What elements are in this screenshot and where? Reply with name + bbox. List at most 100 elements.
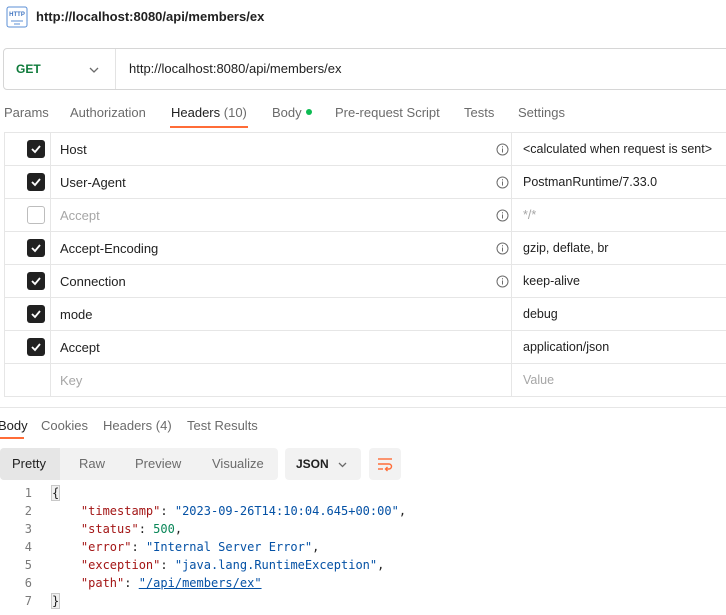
http-request-icon: HTTP [6,6,28,28]
header-checkbox[interactable] [27,305,45,323]
header-value-cell[interactable]: <calculated when request is sent> [511,133,726,165]
header-value-cell[interactable]: PostmanRuntime/7.33.0 [511,166,726,198]
new-header-key-input[interactable]: Key [50,364,511,396]
tab-body[interactable]: Body [272,105,312,120]
tab-tests[interactable]: Tests [464,105,494,120]
tab-headers[interactable]: Headers (10) [171,105,247,120]
json-value: "2023-09-26T14:10:04.645+00:00" [174,504,399,518]
response-tab-headers[interactable]: Headers (4) [103,418,172,433]
line-number: 2 [24,504,32,518]
active-tab-indicator [170,126,248,128]
header-value-cell[interactable]: */* [511,199,726,231]
header-checkbox[interactable] [27,239,45,257]
view-raw[interactable]: Raw [79,448,105,480]
response-divider [0,407,726,408]
line-number: 6 [24,576,32,590]
tab-params[interactable]: Params [4,105,49,120]
header-checkbox[interactable] [27,140,45,158]
tab-settings[interactable]: Settings [518,105,565,120]
header-key-cell[interactable]: User-Agent [50,166,511,198]
checkbox-cell [4,364,50,396]
header-key: mode [60,307,93,322]
tab-headers-count: (10) [223,105,247,120]
response-tab-headers-label: Headers [103,418,153,433]
header-value-cell[interactable]: gzip, deflate, br [511,232,726,264]
table-row: mode debug [4,298,726,331]
response-body-editor[interactable]: 1 { 2 "timestamp": "2023-09-26T14:10:04.… [0,484,726,610]
info-icon[interactable] [496,242,509,255]
headers-table: Host <calculated when request is sent> U… [4,132,726,397]
header-value-cell[interactable]: debug [511,298,726,330]
tab-pre-request-script[interactable]: Pre-request Script [335,105,440,120]
header-checkbox[interactable] [27,272,45,290]
header-checkbox[interactable] [27,206,45,224]
header-key-cell[interactable]: Host [50,133,511,165]
header-checkbox[interactable] [27,338,45,356]
checkbox-cell [4,133,50,165]
json-value: "java.lang.RuntimeException" [174,558,378,572]
header-key-cell[interactable]: Connection [50,265,511,297]
header-value-cell[interactable]: application/json [511,331,726,363]
header-value: debug [523,307,558,321]
line-number: 1 [24,486,32,500]
checkbox-cell [4,199,50,231]
line-number: 7 [24,594,32,608]
view-visualize[interactable]: Visualize [212,448,264,480]
header-key-cell[interactable]: Accept-Encoding [50,232,511,264]
header-key-cell[interactable]: Accept [50,199,511,231]
header-key-cell[interactable]: Accept [50,331,511,363]
json-link-value[interactable]: "/api/members/ex" [139,576,262,590]
response-tab-cookies[interactable]: Cookies [41,418,88,433]
json-key: "exception" [80,558,161,572]
check-icon [31,277,41,286]
chevron-down-icon [338,462,347,468]
table-row: User-Agent PostmanRuntime/7.33.0 [4,166,726,199]
info-icon[interactable] [496,209,509,222]
table-row: Host <calculated when request is sent> [4,133,726,166]
header-value-cell[interactable]: keep-alive [511,265,726,297]
check-icon [31,145,41,154]
response-tab-headers-count: (4) [155,418,172,433]
line-number: 3 [24,522,32,536]
json-value: 500 [153,522,175,536]
svg-text:HTTP: HTTP [9,12,25,18]
code-text: "error": "Internal Server Error", [80,540,320,554]
checkbox-cell [4,298,50,330]
code-line: 6 "path": "/api/members/ex" [0,574,726,592]
header-key-cell[interactable]: mode [50,298,511,330]
header-value: application/json [523,340,610,354]
code-line: 3 "status": 500, [0,520,726,538]
wrap-lines-icon [378,458,393,472]
code-text: "path": "/api/members/ex" [80,576,262,590]
header-checkbox[interactable] [27,173,45,191]
view-pretty[interactable]: Pretty [0,448,60,480]
view-mode-segmented-control: Pretty Raw Preview Visualize [0,448,278,480]
info-icon[interactable] [496,176,509,189]
header-key: Accept [60,340,100,355]
chevron-down-icon[interactable] [88,64,100,76]
header-key: User-Agent [60,175,126,190]
request-title[interactable]: http://localhost:8080/api/members/ex [36,9,264,24]
response-tab-test-results[interactable]: Test Results [187,418,258,433]
table-row-new: Key Value [4,364,726,397]
info-icon[interactable] [496,143,509,156]
code-text: { [50,485,61,501]
checkbox-cell [4,232,50,264]
response-tab-body[interactable]: Body [0,418,28,433]
view-preview[interactable]: Preview [135,448,181,480]
format-select[interactable]: JSON [285,448,361,480]
checkbox-cell [4,265,50,297]
method-select[interactable]: GET [16,62,41,76]
check-icon [31,310,41,319]
new-header-value-input[interactable]: Value [511,364,726,396]
json-key: "path" [80,576,125,590]
response-tabs: Body Cookies Headers (4) Test Results [0,416,726,442]
tab-authorization[interactable]: Authorization [70,105,146,120]
code-line: 5 "exception": "java.lang.RuntimeExcepti… [0,556,726,574]
wrap-lines-button[interactable] [369,448,401,480]
line-number: 4 [24,540,32,554]
url-divider [115,49,116,89]
url-input[interactable]: http://localhost:8080/api/members/ex [129,61,341,76]
header-value: <calculated when request is sent> [523,142,713,156]
info-icon[interactable] [496,275,509,288]
